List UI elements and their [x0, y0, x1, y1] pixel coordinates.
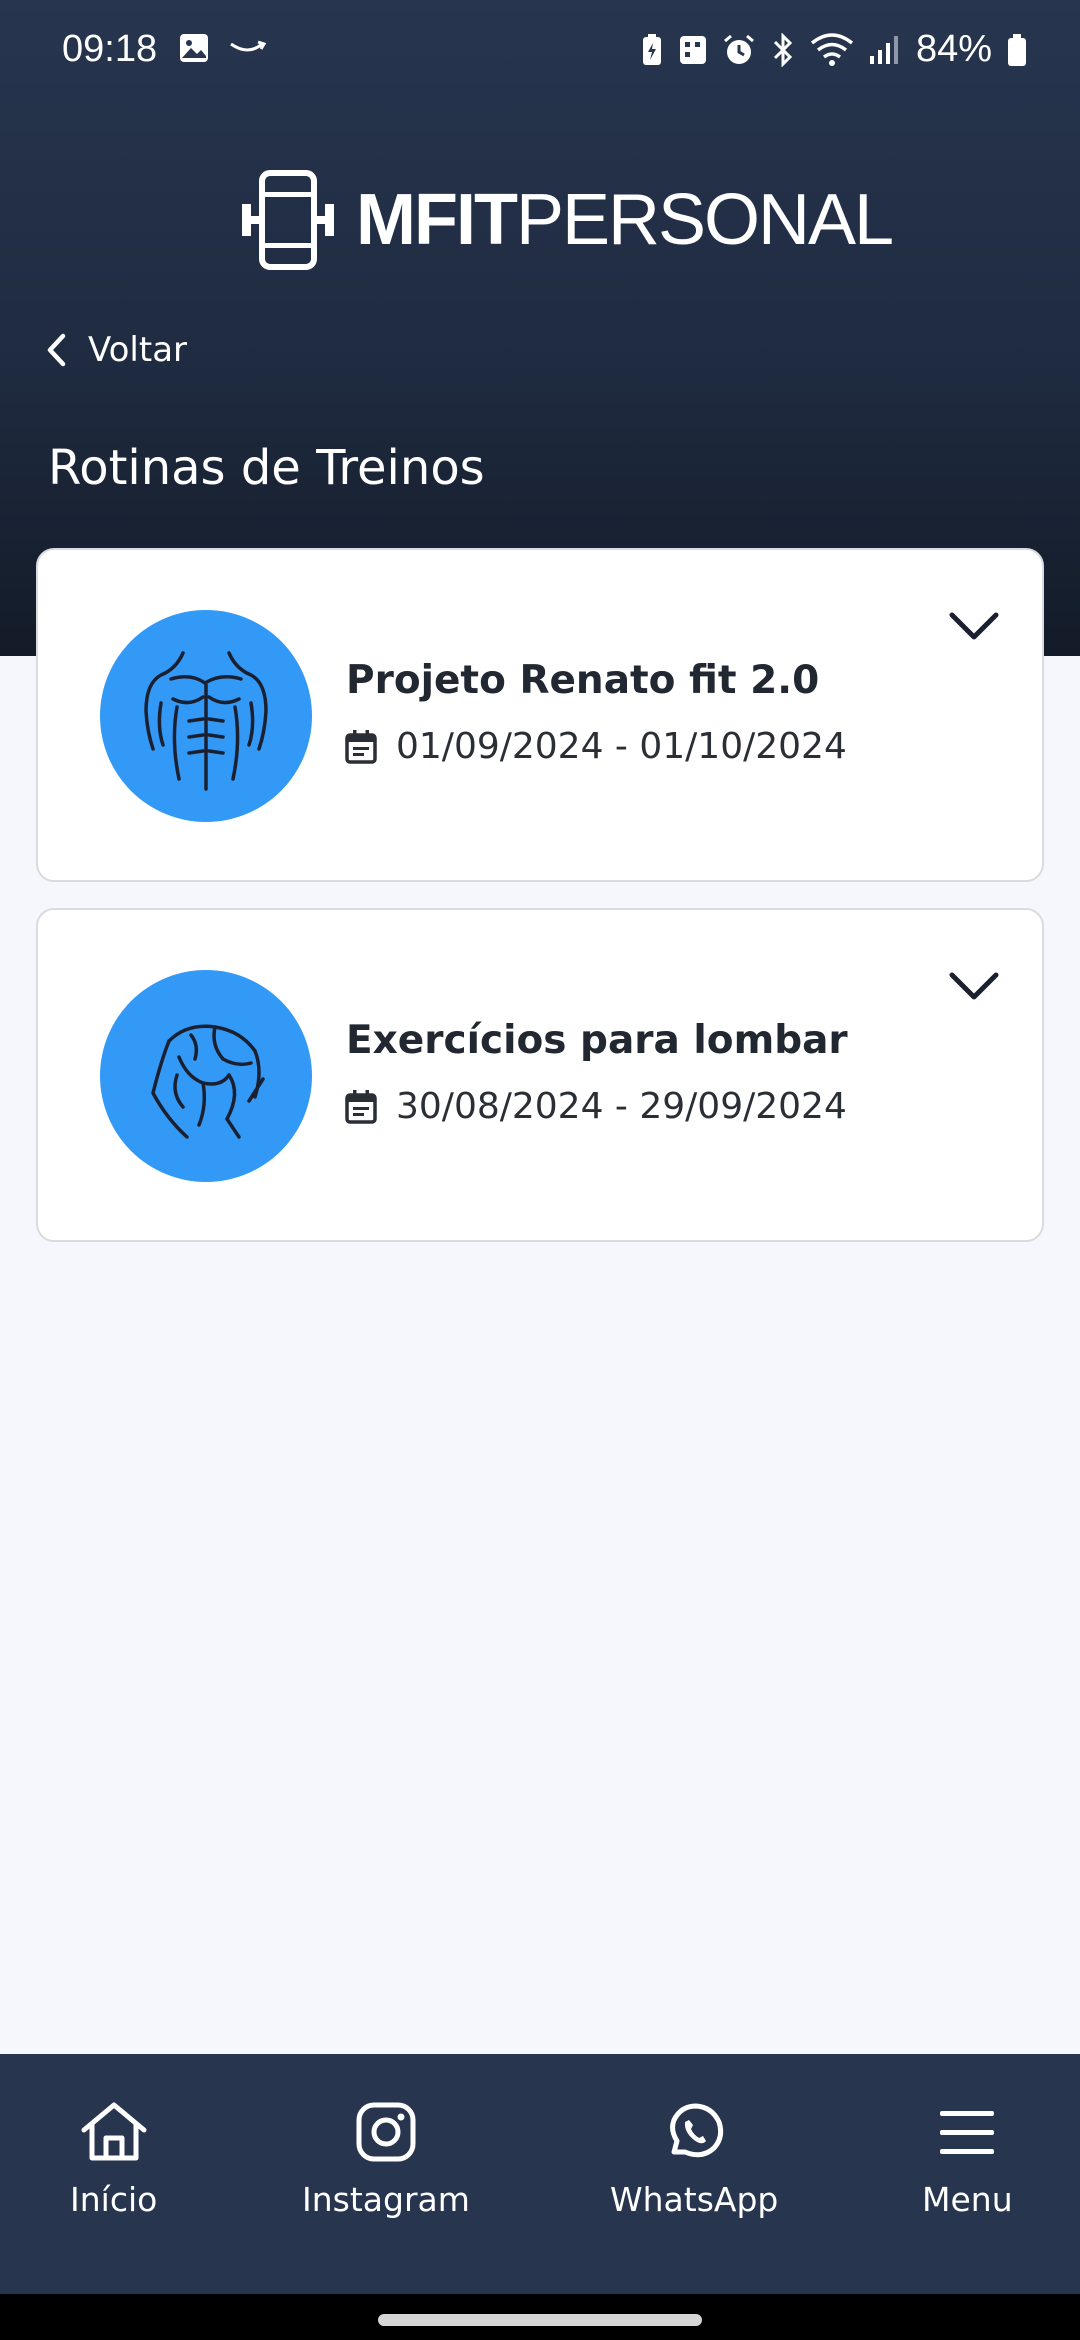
whatsapp-icon [670, 2103, 724, 2158]
building-icon [679, 35, 706, 64]
nav-item-inicio[interactable]: Início [70, 2100, 157, 2219]
nav-label: Menu [922, 2180, 1013, 2219]
routine-title: Projeto Renato fit 2.0 [346, 658, 820, 703]
phone-dumbbell-icon [242, 170, 334, 270]
gesture-handle[interactable] [378, 2314, 702, 2326]
routine-dates: 30/08/2024 - 29/09/2024 [344, 1086, 847, 1127]
bottom-nav: Início Instagram WhatsApp Menu [0, 2054, 1080, 2294]
chevron-down-icon[interactable] [948, 970, 1000, 1002]
routine-avatar [100, 970, 312, 1182]
nav-item-menu[interactable]: Menu [922, 2100, 1013, 2219]
page-title: Rotinas de Treinos [48, 440, 485, 496]
app-logo: MFITPERSONAL [238, 170, 894, 270]
battery-percent: 84% [915, 28, 992, 70]
image-icon [180, 34, 208, 62]
logo-light-text: PERSONAL [515, 180, 894, 260]
nav-label: Instagram [302, 2180, 470, 2219]
status-time: 09:18 [62, 28, 158, 70]
alarm-icon [723, 34, 754, 64]
home-icon [81, 2102, 147, 2161]
chevron-down-icon[interactable] [948, 610, 1000, 642]
status-bar: 09:18 84% [0, 0, 1080, 104]
instagram-icon [356, 2102, 416, 2162]
battery-saver-icon [642, 33, 661, 65]
logo-bold-text: MFIT [356, 180, 518, 260]
bluetooth-icon [773, 32, 793, 67]
gesture-bar [0, 2294, 1080, 2340]
battery-icon [1008, 33, 1026, 66]
nav-label: WhatsApp [610, 2180, 779, 2219]
routine-date-range: 30/08/2024 - 29/09/2024 [396, 1086, 847, 1127]
signal-icon [869, 35, 898, 64]
back-muscle-icon [151, 1024, 265, 1139]
chevron-left-icon [47, 333, 66, 367]
calendar-icon [345, 729, 377, 764]
wifi-icon [810, 32, 854, 66]
back-label: Voltar [88, 330, 188, 370]
menu-icon [940, 2111, 995, 2154]
routine-avatar [100, 610, 312, 822]
amazon-icon [230, 40, 267, 52]
routine-card[interactable]: Exercícios para lombar 30/08/2024 - 29/0… [36, 908, 1044, 1242]
routine-card[interactable]: Projeto Renato fit 2.0 01/09/2024 - 01/1… [36, 548, 1044, 882]
routine-dates: 01/09/2024 - 01/10/2024 [344, 726, 847, 767]
nav-item-whatsapp[interactable]: WhatsApp [610, 2100, 778, 2219]
back-button[interactable]: Voltar [44, 330, 187, 370]
routine-date-range: 01/09/2024 - 01/10/2024 [396, 726, 847, 767]
abs-muscle-icon [144, 651, 268, 791]
routine-title: Exercícios para lombar [346, 1018, 848, 1063]
status-right: 84% [640, 28, 1028, 71]
calendar-icon [345, 1089, 377, 1124]
status-left-icons [178, 32, 268, 64]
nav-label: Início [70, 2180, 158, 2219]
nav-item-instagram[interactable]: Instagram [302, 2100, 470, 2219]
